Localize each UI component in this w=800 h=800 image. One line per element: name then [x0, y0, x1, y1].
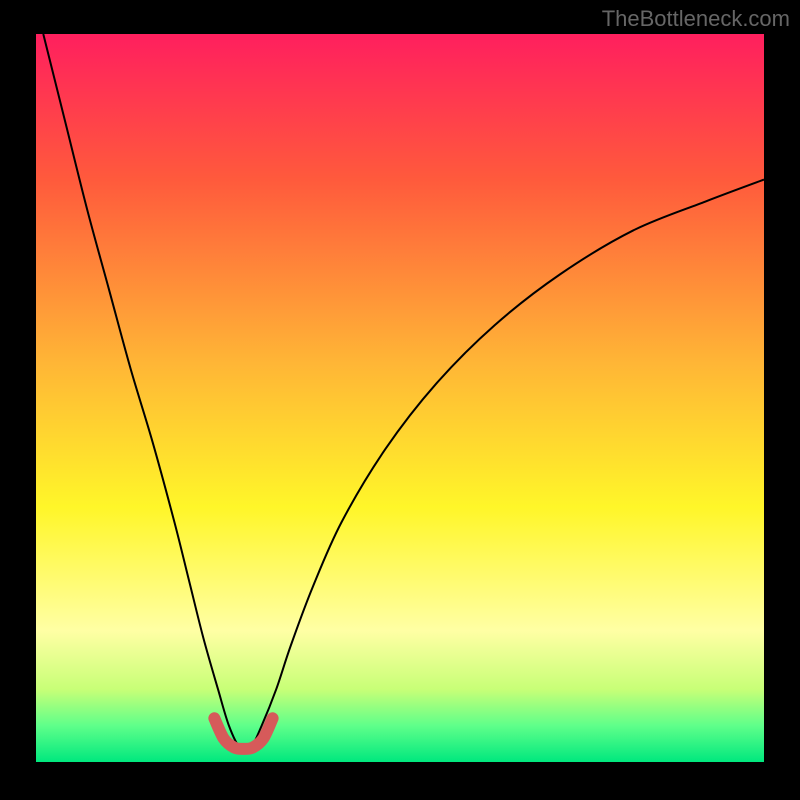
gradient-background [36, 34, 764, 762]
watermark-text: TheBottleneck.com [602, 6, 790, 32]
chart-frame: TheBottleneck.com [0, 0, 800, 800]
plot-area [36, 34, 764, 762]
chart-svg [36, 34, 764, 762]
